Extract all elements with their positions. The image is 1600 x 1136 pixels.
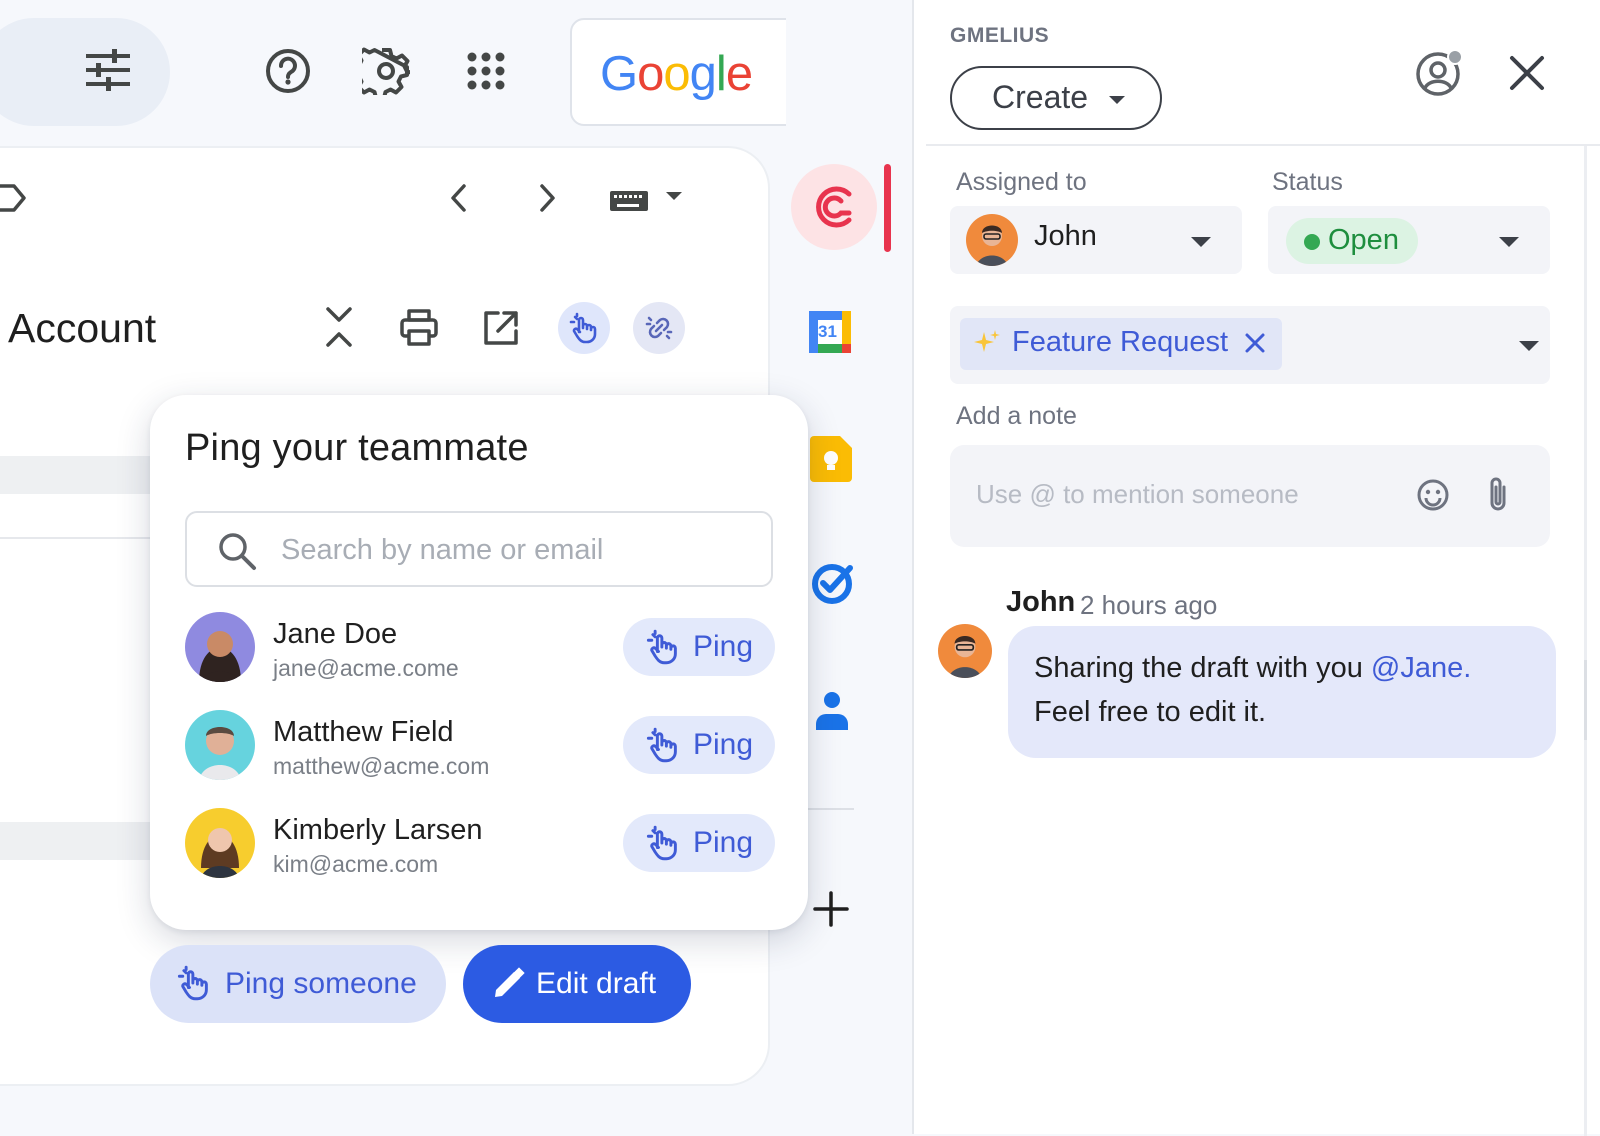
ping-someone-label: Ping someone (225, 967, 417, 1000)
search-options-pill[interactable] (0, 18, 170, 126)
status-value: Open (1328, 224, 1399, 256)
attachment-paperclip-icon[interactable] (1486, 475, 1510, 515)
keyboard-input-icon[interactable] (608, 185, 688, 215)
create-label: Create (992, 79, 1089, 115)
gmelius-brand: GMELIUS (950, 24, 1050, 47)
chevron-down-icon (1498, 236, 1520, 248)
comment-text-part: Sharing the draft with you (1034, 652, 1371, 684)
popup-title: Ping your teammate (185, 427, 529, 469)
add-note-label: Add a note (956, 402, 1077, 430)
status-dot (1304, 234, 1320, 250)
previous-email-icon[interactable] (444, 180, 474, 216)
google-tasks-icon[interactable] (810, 562, 854, 606)
teammate-name: Jane Doe (273, 618, 398, 650)
open-in-new-window-icon[interactable] (482, 309, 520, 347)
gmelius-app-button[interactable] (791, 164, 877, 250)
chevron-down-icon (1108, 95, 1126, 105)
email-content-placeholder (0, 456, 150, 494)
edit-draft-button[interactable]: Edit draft (463, 945, 691, 1023)
teammate-email: kim@acme.com (273, 851, 439, 877)
panel-header-divider (926, 144, 1600, 146)
teammate-avatar (185, 710, 255, 780)
ping-button-label: Ping (693, 630, 754, 663)
status-select[interactable]: Open (1268, 206, 1550, 274)
ping-button[interactable]: Ping (623, 618, 775, 676)
teammate-search-input[interactable] (279, 527, 753, 573)
tags-select[interactable]: Feature Request (950, 306, 1550, 384)
account-profile-icon[interactable] (1414, 48, 1466, 100)
search-icon (217, 531, 257, 571)
link-toolbar-button[interactable] (633, 302, 685, 354)
assignee-avatar (966, 214, 1018, 266)
google-contacts-icon[interactable] (814, 690, 850, 732)
app-strip-divider (808, 808, 854, 810)
teammate-avatar (185, 612, 255, 682)
close-panel-icon[interactable] (1508, 54, 1546, 92)
ping-button[interactable]: Ping (623, 716, 775, 774)
note-input[interactable] (974, 473, 1378, 515)
teammate-name: Kimberly Larsen (273, 814, 483, 846)
emoji-icon[interactable] (1416, 478, 1450, 512)
create-dropdown-button[interactable]: Create (950, 66, 1162, 130)
print-icon[interactable] (399, 309, 439, 347)
label-icon[interactable] (0, 180, 28, 216)
ping-hand-icon (645, 629, 681, 665)
edit-draft-label: Edit draft (536, 967, 657, 1000)
ping-hand-icon (645, 727, 681, 763)
comment-timestamp: 2 hours ago (1080, 590, 1218, 620)
collapse-all-icon[interactable] (322, 305, 356, 349)
teammate-row: Kimberly Larsen kim@acme.com Ping (185, 808, 775, 884)
panel-scrollbar-thumb[interactable] (1584, 660, 1587, 740)
ping-button-label: Ping (693, 826, 754, 859)
teammate-row: Jane Doe jane@acme.come Ping (185, 612, 775, 688)
note-input-box[interactable] (950, 445, 1550, 547)
chevron-down-icon (1190, 236, 1212, 248)
active-app-indicator (884, 164, 891, 252)
pencil-icon (491, 967, 525, 1001)
divider (0, 537, 150, 539)
ping-button[interactable]: Ping (623, 814, 775, 872)
assignee-select[interactable]: John (950, 206, 1242, 274)
apps-grid-icon[interactable] (462, 47, 510, 95)
chevron-down-icon (1518, 340, 1540, 352)
teammate-search-box[interactable] (185, 511, 773, 587)
calendar-day-number: 31 (818, 322, 837, 341)
get-add-ons-plus-icon[interactable] (812, 890, 850, 928)
ping-button-label: Ping (693, 728, 754, 761)
email-content-placeholder (0, 822, 150, 860)
ping-someone-button[interactable]: Ping someone (150, 945, 446, 1023)
settings-gear-icon[interactable] (362, 47, 410, 95)
teammate-row: Matthew Field matthew@acme.com Ping (185, 710, 775, 786)
teammate-email: jane@acme.come (273, 655, 459, 681)
assignee-name: John (1034, 220, 1097, 252)
next-email-icon[interactable] (532, 180, 562, 216)
status-badge: Open (1286, 218, 1418, 264)
help-icon[interactable] (264, 47, 312, 95)
comment-mention[interactable]: @Jane. (1371, 652, 1471, 684)
teammate-name: Matthew Field (273, 716, 454, 748)
filter-options-icon[interactable] (86, 48, 130, 92)
comment-text: Sharing the draft with you @Jane. Feel fr… (1034, 646, 1534, 734)
panel-scrollbar-track[interactable] (1584, 146, 1587, 1136)
status-label: Status (1272, 168, 1343, 196)
sparkles-icon (972, 328, 1002, 358)
email-subject-title: Account (8, 305, 157, 351)
ping-toolbar-button[interactable] (558, 302, 610, 354)
ping-hand-icon (645, 825, 681, 861)
teammate-avatar (185, 808, 255, 878)
ping-teammate-popup: Ping your teammate Jane Doe jane@acme.co… (150, 395, 808, 930)
tag-chip: Feature Request (960, 318, 1282, 370)
comment-text-part: Feel free to edit it. (1034, 696, 1267, 728)
comment-author-avatar (938, 624, 992, 678)
ping-hand-icon (176, 965, 212, 1001)
google-logo: Google (600, 47, 753, 101)
google-keep-icon[interactable] (810, 436, 852, 482)
remove-tag-icon[interactable] (1244, 332, 1266, 354)
tag-label: Feature Request (1012, 326, 1229, 358)
comment-bubble: Sharing the draft with you @Jane. Feel fr… (1008, 626, 1556, 758)
google-calendar-icon[interactable]: 31 (808, 310, 852, 354)
assigned-to-label: Assigned to (956, 168, 1087, 196)
teammate-email: matthew@acme.com (273, 753, 490, 779)
comment-author: John (1006, 586, 1076, 618)
